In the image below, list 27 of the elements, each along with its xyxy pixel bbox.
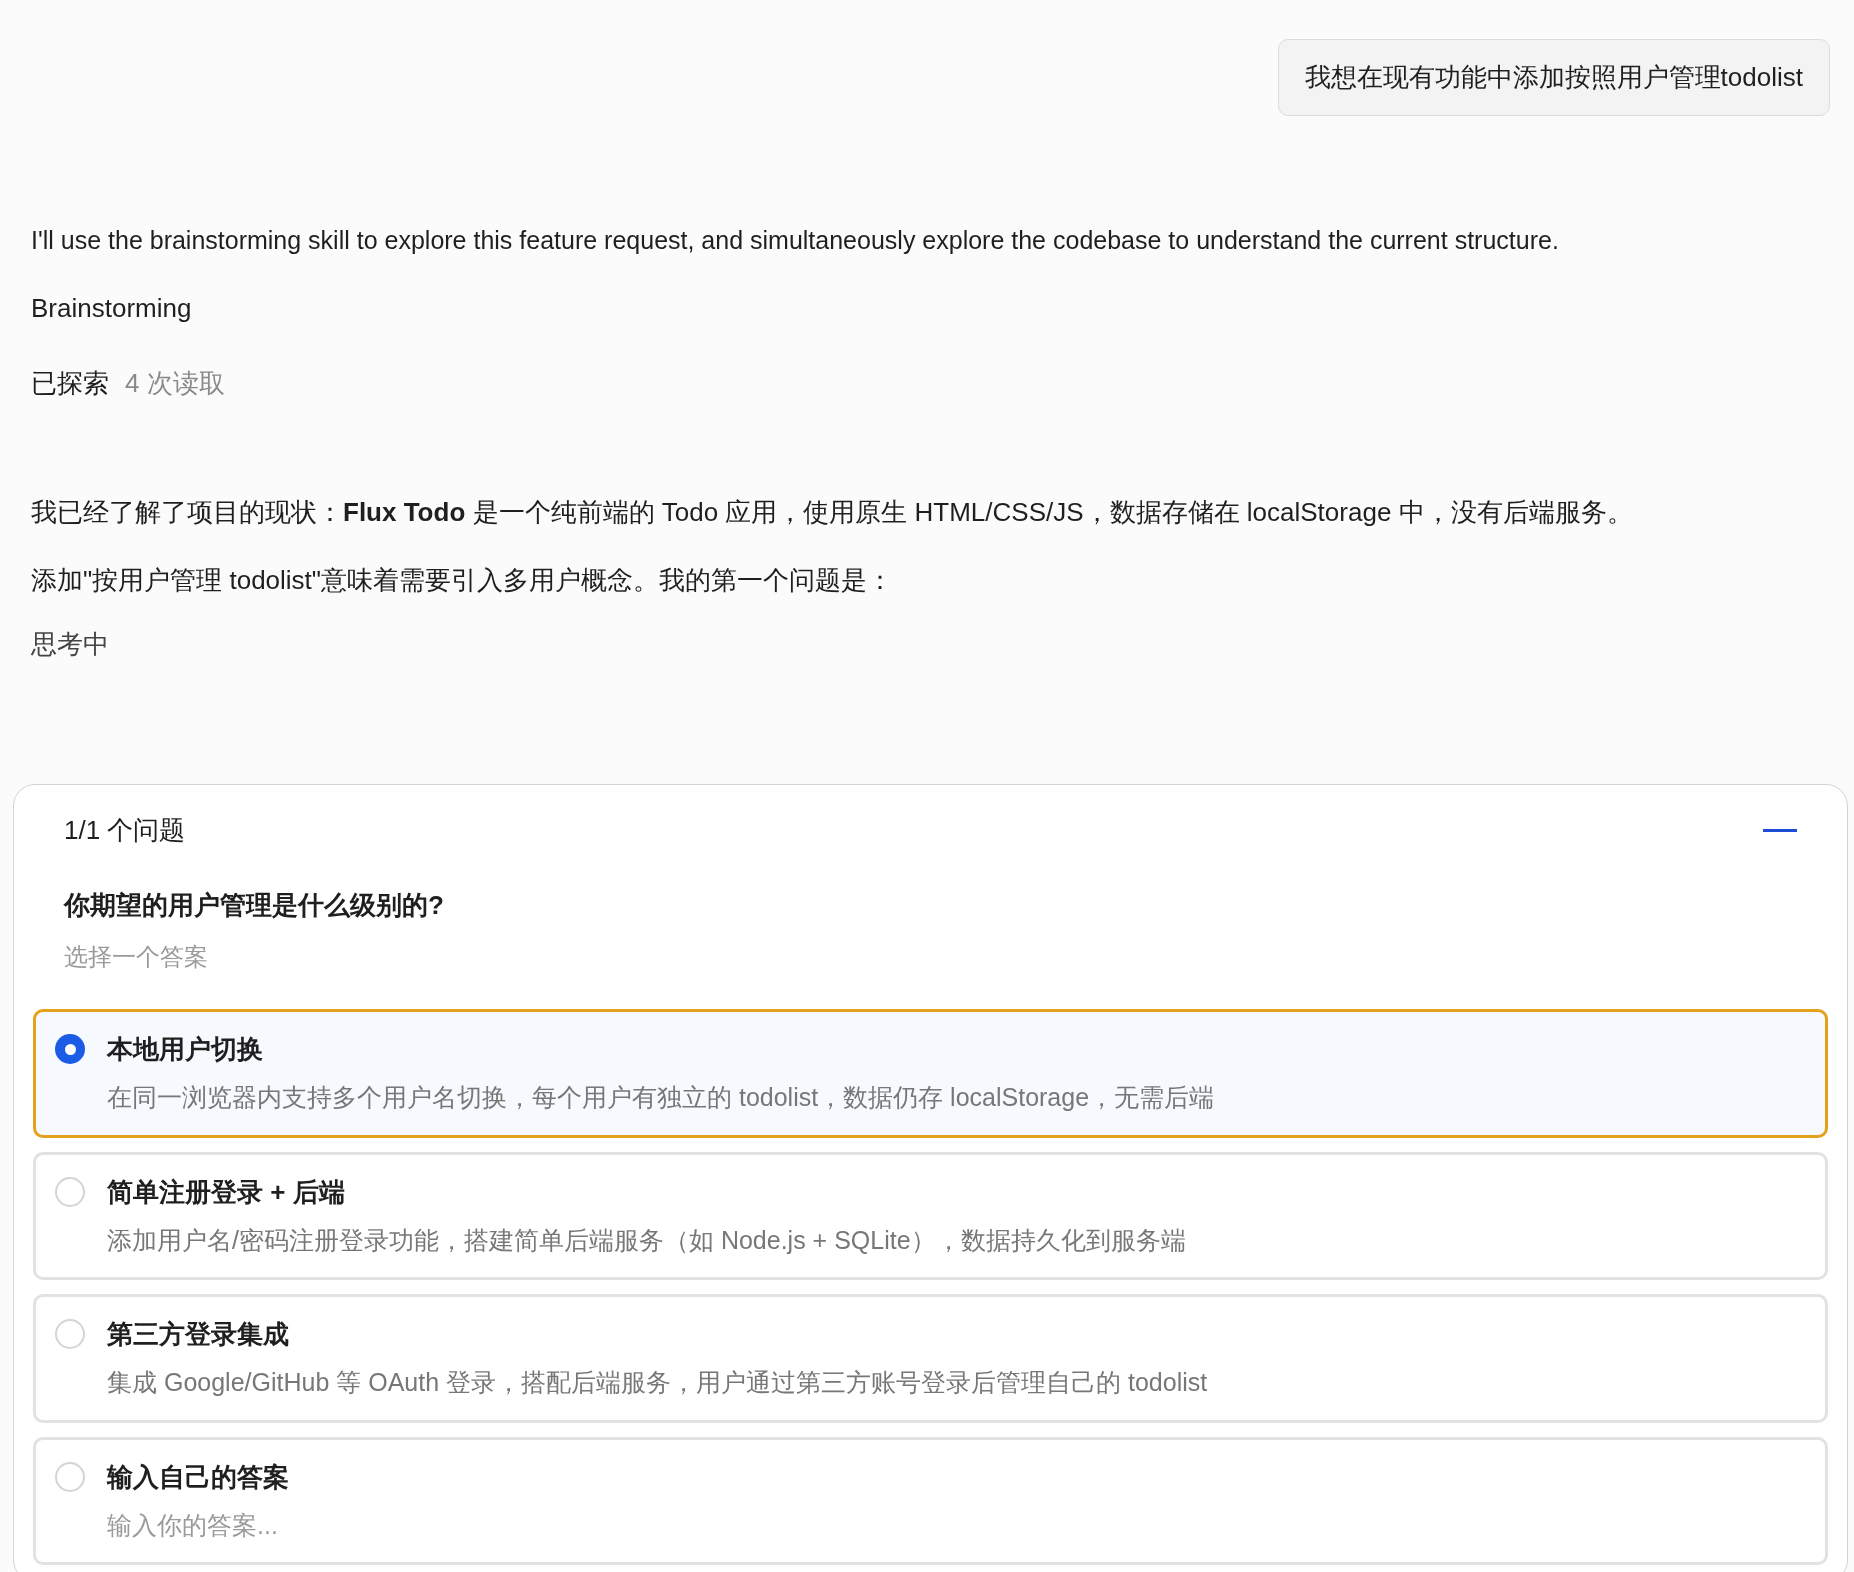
answer-option[interactable]: 简单注册登录 + 后端 添加用户名/密码注册登录功能，搭建简单后端服务（如 Node.js + SQLite），数据持久化到服务端	[33, 1151, 1828, 1280]
question-counter: 1/1 个问题	[64, 814, 186, 847]
radio-button[interactable]	[55, 1034, 85, 1064]
radio-button[interactable]	[55, 1319, 85, 1349]
assistant-message: I'll use the brainstorming skill to explore this feature request, and simultaneously explore the codebase to understand the current structure.	[31, 225, 1560, 256]
radio-button[interactable]	[55, 1176, 85, 1207]
option-title: 本地用户切换	[107, 1033, 264, 1066]
option-description: 添加用户名/密码注册登录功能，搭建简单后端服务（如 Node.js + SQLite），数据持久化到服务端	[107, 1224, 1187, 1256]
question-hint: 选择一个答案	[63, 942, 209, 972]
status-text: 思考中	[31, 628, 110, 661]
answer-option[interactable]: 本地用户切换 在同一浏览器内支持多个用户名切换，每个用户有独立的 todolist，数据仍存 localStorage，无需后端	[33, 1009, 1828, 1138]
option-title: 输入自己的答案	[107, 1460, 290, 1494]
assistant-paragraph: 添加"按用户管理 todolist"意味着需要引入多用户概念。我的第一个问题是：	[31, 564, 895, 597]
option-title: 第三方登录集成	[107, 1318, 290, 1351]
question-text: 你期望的用户管理是什么级别的?	[62, 889, 445, 922]
explored-label[interactable]: 已探索	[31, 364, 109, 403]
radio-button[interactable]	[55, 1461, 85, 1492]
assistant-paragraph: 我已经了解了项目的现状：Flux Todo 是一个纯前端的 Todo 应用，使用原生 HTML/CSS/JS，数据存储在 localStorage 中，没有后端服务。	[31, 496, 1634, 529]
answer-option[interactable]: 输入自己的答案 输入你的答案...	[33, 1436, 1828, 1565]
option-title: 简单注册登录 + 后端	[107, 1175, 346, 1209]
answer-input-field[interactable]: 输入你的答案...	[107, 1506, 1806, 1544]
user-message: 我想在现有功能中添加按照用户管理todolist	[1277, 39, 1830, 116]
option-description: 集成 Google/GitHub 等 OAuth 登录，搭配后端服务，用户通过第三方账号登录后管理自己的 todolist	[107, 1367, 1209, 1398]
minus-icon	[1763, 829, 1797, 832]
skill-label: Brainstorming	[31, 292, 193, 325]
answer-option[interactable]: 第三方登录集成 集成 Google/GitHub 等 OAuth 登录，搭配后端服务，用户通过第三方账号登录后管理自己的 todolist	[33, 1294, 1828, 1423]
option-description: 在同一浏览器内支持多个用户名切换，每个用户有独立的 todolist，数据仍存 localStorage，无需后端	[107, 1082, 1216, 1113]
